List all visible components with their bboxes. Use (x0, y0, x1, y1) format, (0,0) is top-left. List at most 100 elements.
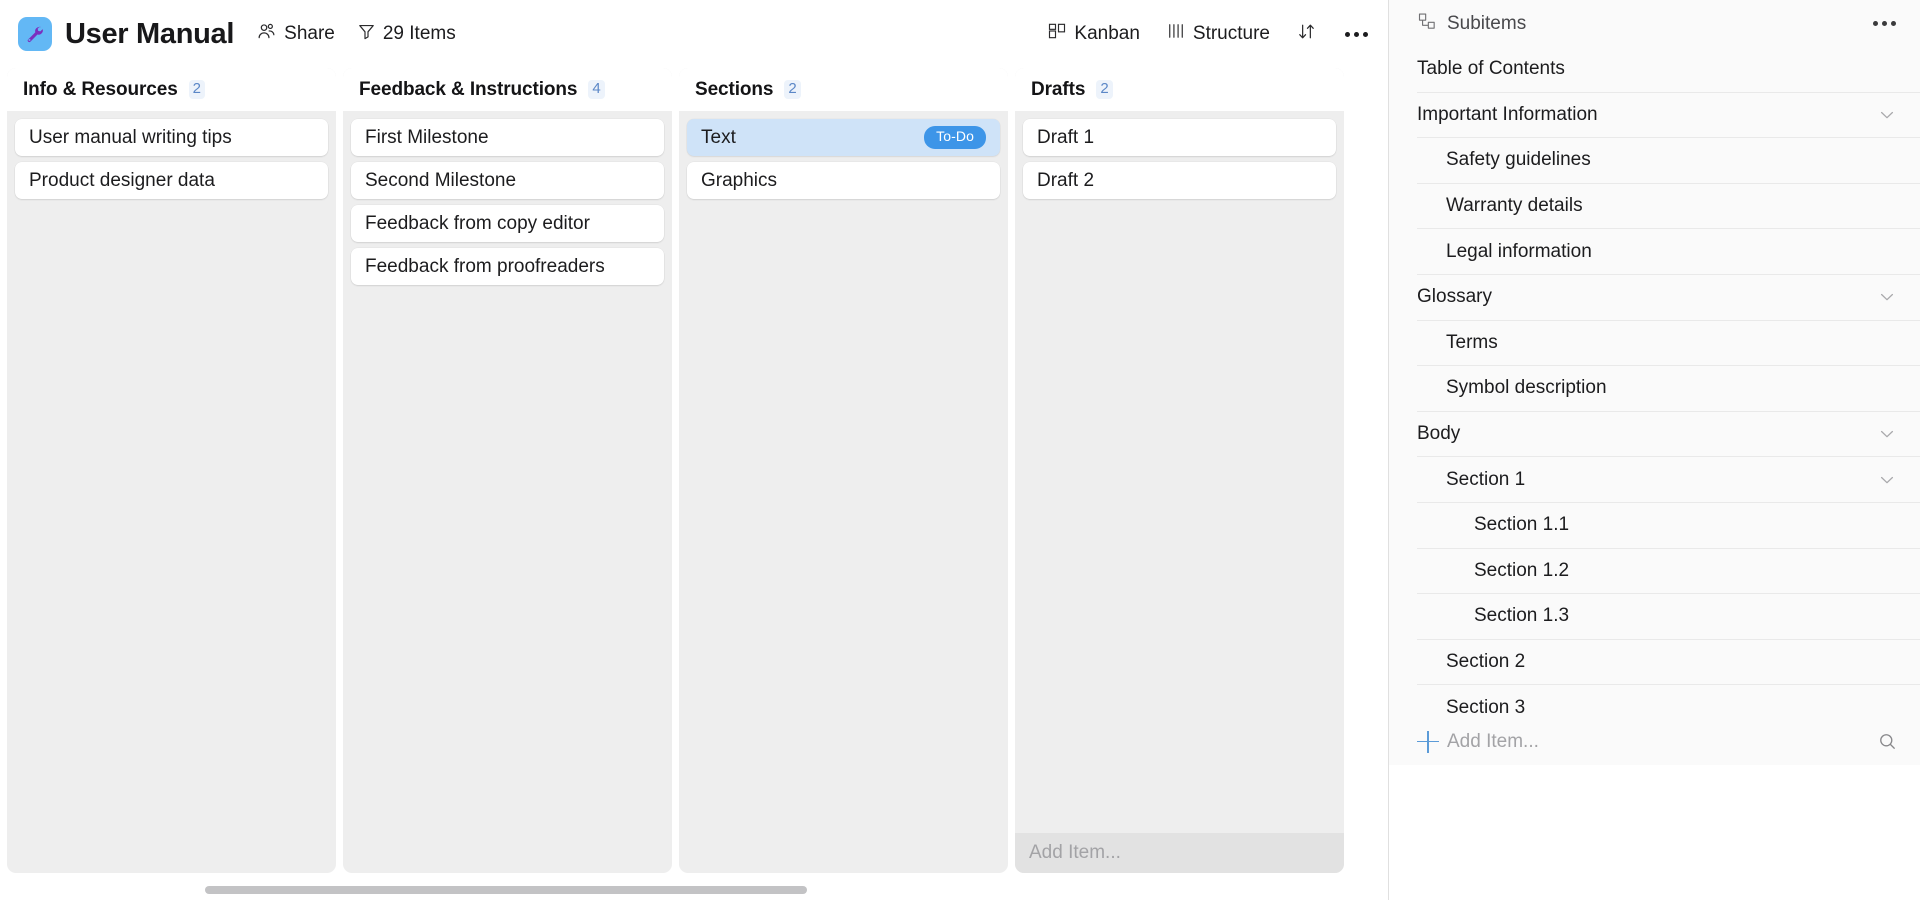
subitem-label: Section 2 (1446, 651, 1525, 673)
status-badge[interactable]: To-Do (924, 126, 986, 148)
column-header[interactable]: Drafts2 (1015, 68, 1344, 111)
subitem-label: Table of Contents (1417, 58, 1565, 80)
toolbar: User Manual Share (0, 0, 1388, 68)
subitem-row[interactable]: Section 1 (1417, 457, 1920, 503)
subitem-row[interactable]: Terms (1417, 321, 1920, 367)
panel-add-item-label: Add Item... (1447, 731, 1539, 753)
subitems-panel-header: Subitems (1389, 0, 1920, 47)
subitem-row[interactable]: Legal information (1417, 229, 1920, 275)
subitem-row[interactable]: Section 3 (1417, 685, 1920, 718)
people-icon (256, 21, 277, 48)
card-title: Product designer data (29, 170, 215, 192)
card-selected[interactable]: Text To-Do (687, 119, 1000, 156)
subitem-label: Section 3 (1446, 697, 1525, 718)
subitem-row[interactable]: Section 1.1 (1417, 503, 1920, 549)
subitem-row[interactable]: Warranty details (1417, 184, 1920, 230)
column-title: Info & Resources (23, 79, 178, 101)
scrollbar-thumb[interactable] (205, 886, 807, 894)
column-cards: User manual writing tips Product designer… (7, 111, 336, 873)
card[interactable]: Draft 1 (1023, 119, 1336, 156)
app-window: User Manual Share (0, 0, 1920, 900)
subitem-row[interactable]: Section 1.3 (1417, 594, 1920, 640)
subitem-label: Symbol description (1446, 377, 1607, 399)
subitem-label: Section 1.2 (1474, 560, 1569, 582)
card[interactable]: First Milestone (351, 119, 664, 156)
page-title: User Manual (65, 18, 234, 51)
structure-view-button[interactable]: Structure (1166, 21, 1270, 47)
card-title: Draft 2 (1037, 170, 1094, 192)
kanban-view-button[interactable]: Kanban (1047, 21, 1140, 47)
main-board-area: User Manual Share (0, 0, 1388, 900)
chevron-down-icon[interactable] (1876, 423, 1898, 445)
subitem-label: Section 1 (1446, 469, 1525, 491)
search-icon[interactable] (1877, 731, 1898, 752)
card[interactable]: Feedback from proofreaders (351, 248, 664, 285)
subitem-row[interactable]: Section 1.2 (1417, 549, 1920, 595)
panel-more-horizontal-icon[interactable] (1871, 16, 1898, 31)
subitem-row[interactable]: Safety guidelines (1417, 138, 1920, 184)
card[interactable]: User manual writing tips (15, 119, 328, 156)
card-title: Feedback from proofreaders (365, 256, 605, 278)
card[interactable]: Graphics (687, 162, 1000, 199)
kanban-board: Info & Resources 2 User manual writing tip… (0, 68, 1388, 900)
board-column: Feedback & Instructions4 First Milestone S… (343, 68, 672, 873)
share-label: Share (284, 23, 335, 45)
subitem-label: Section 1.1 (1474, 514, 1569, 536)
column-count-badge: 2 (189, 80, 205, 99)
panel-footer-space (1389, 765, 1920, 900)
items-filter-button[interactable]: 29 Items (357, 22, 456, 47)
structure-bars-icon (1166, 21, 1186, 47)
items-count-label: 29 Items (383, 23, 456, 45)
subitem-row[interactable]: Glossary (1417, 275, 1920, 321)
card-title: First Milestone (365, 127, 489, 149)
subitem-label: Body (1417, 423, 1460, 445)
share-button[interactable]: Share (256, 21, 335, 48)
column-header[interactable]: Feedback & Instructions4 (343, 68, 672, 111)
subitem-row[interactable]: Symbol description (1417, 366, 1920, 412)
subitem-label: Glossary (1417, 286, 1492, 308)
more-horizontal-icon[interactable] (1343, 28, 1370, 41)
column-header[interactable]: Info & Resources 2 (7, 68, 336, 111)
kanban-label: Kanban (1074, 23, 1140, 45)
card-title: Text (701, 127, 736, 149)
subitem-row[interactable]: Body (1417, 412, 1920, 458)
dot (1873, 21, 1878, 26)
hierarchy-icon (1417, 11, 1437, 36)
subitems-panel: Subitems Table of Contents Important Info… (1388, 0, 1920, 900)
card[interactable]: Feedback from copy editor (351, 205, 664, 242)
plus-icon[interactable] (1417, 731, 1439, 753)
chevron-down-icon[interactable] (1876, 104, 1898, 126)
sort-button[interactable] (1296, 21, 1317, 48)
subitem-row[interactable]: Important Information (1417, 93, 1920, 139)
subitem-row[interactable]: Section 2 (1417, 640, 1920, 686)
column-header[interactable]: Sections 2 (679, 68, 1008, 111)
column-count-badge: 4 (588, 80, 604, 99)
column-count-badge: 2 (784, 80, 800, 99)
board-column: Sections 2 Text To-Do Graphics (679, 68, 1008, 873)
card[interactable]: Product designer data (15, 162, 328, 199)
board-column: Info & Resources 2 User manual writing tip… (7, 68, 336, 873)
subitem-label: Section 1.3 (1474, 605, 1569, 627)
card[interactable]: Draft 2 (1023, 162, 1336, 199)
card[interactable]: Second Milestone (351, 162, 664, 199)
panel-add-item-row[interactable]: Add Item... (1389, 718, 1920, 765)
column-title: Sections (695, 79, 773, 101)
column-cards: Draft 1 Draft 2 (1015, 111, 1344, 833)
dot (1345, 32, 1350, 37)
filter-icon (357, 22, 376, 47)
wrench-icon (18, 17, 52, 51)
chevron-down-icon[interactable] (1876, 469, 1898, 491)
subitem-label: Legal information (1446, 241, 1592, 263)
column-add-item-input[interactable]: Add Item... (1015, 833, 1344, 873)
sort-arrows-icon (1296, 21, 1317, 48)
horizontal-scrollbar[interactable] (0, 880, 1388, 900)
column-count-badge: 2 (1096, 80, 1112, 99)
dot (1882, 21, 1887, 26)
chevron-down-icon[interactable] (1876, 286, 1898, 308)
toolbar-right-group: Kanban Structure (1021, 21, 1370, 48)
column-cards: First Milestone Second Milestone Feedback … (343, 111, 672, 873)
subitem-label: Important Information (1417, 104, 1598, 126)
card-title: Feedback from copy editor (365, 213, 590, 235)
board-column: Drafts2 Draft 1 Draft 2 Add Item... (1015, 68, 1344, 873)
subitem-row[interactable]: Table of Contents (1417, 47, 1920, 93)
